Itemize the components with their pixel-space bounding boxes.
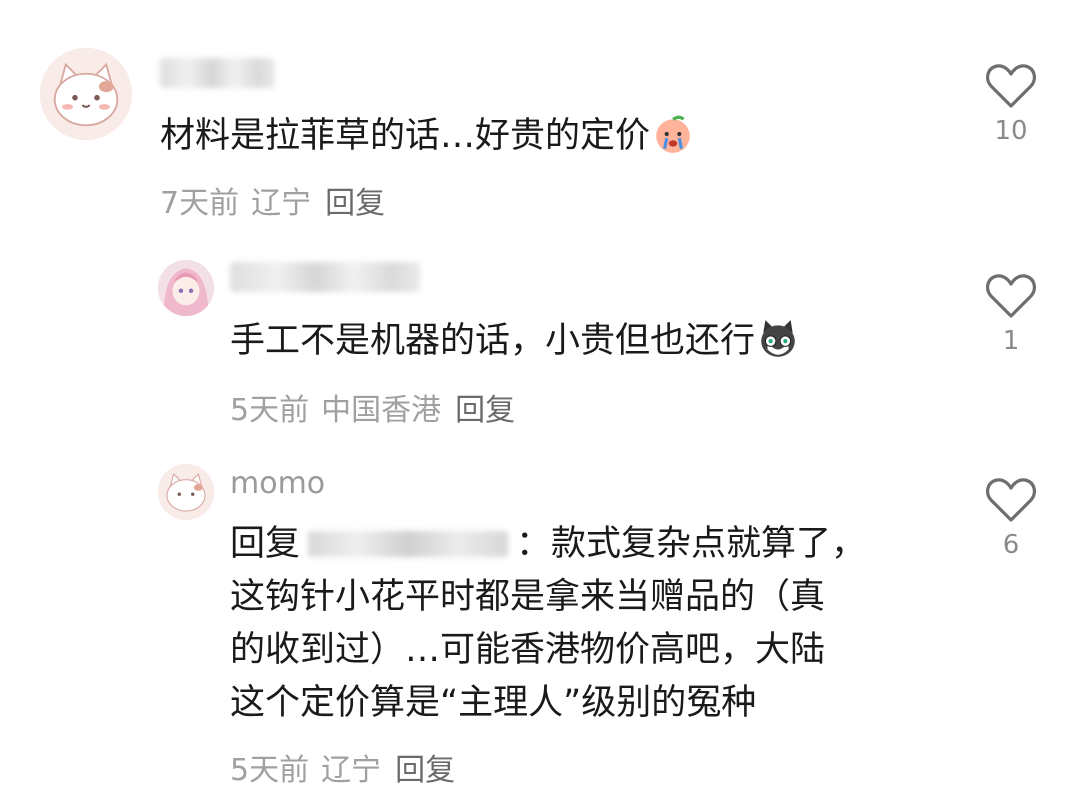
comment-text: 手工不是机器的话，小贵但也还行 [230,315,799,368]
comment-text-line: 材料是拉菲草的话…好贵的定价 [160,116,651,156]
comment-meta: 5天前 辽宁 回复 [230,745,455,789]
avatar[interactable] [40,48,132,140]
username[interactable] [160,58,275,88]
cat-face-emoji [761,320,795,357]
comment-meta: 7天前 辽宁 回复 [160,178,385,222]
like-count: 6 [1002,530,1020,560]
reply-button[interactable]: 回复 [325,186,385,221]
like-button[interactable]: 1 [981,272,1041,356]
avatar[interactable] [158,260,214,316]
comment-text-line: 这个定价算是“主理人”级别的冤种 [230,683,757,723]
like-button[interactable]: 6 [981,476,1041,560]
like-count: 1 [1002,326,1020,356]
cat-avatar-icon [40,48,132,140]
comment-time: 5天前 [230,393,310,428]
comment-text-line: 这钩针小花平时都是拿来当赠品的（真 [230,577,826,617]
like-count: 10 [994,116,1028,146]
comment-location: 辽宁 [251,186,312,221]
avatar[interactable] [158,464,214,520]
comment-time: 5天前 [230,753,310,788]
cat-avatar-icon [158,464,214,520]
reply-prefix: 回复 [230,524,301,564]
reply-button[interactable]: 回复 [455,393,515,428]
comment-text-line: 的收到过）…可能香港物价高吧，大陆 [230,630,826,670]
comment-time: 7天前 [160,186,240,221]
username[interactable]: momo [230,466,325,501]
username[interactable] [230,262,420,292]
reply-button[interactable]: 回复 [395,753,455,788]
crying-peach-emoji [656,115,690,153]
heart-icon [986,478,1036,522]
heart-icon [986,274,1036,318]
comment-location: 中国香港 [321,393,442,428]
anime-girl-avatar-icon [158,260,214,316]
comment-text: 回复 ：款式复杂点就算了， 这钩针小花平时都是拿来当赠品的（真 的收到过）…可能香… [230,518,866,730]
comment-meta: 5天前 中国香港 回复 [230,385,515,429]
comment-location: 辽宁 [321,753,382,788]
comment-text-line: 手工不是机器的话，小贵但也还行 [230,321,756,361]
like-button[interactable]: 10 [981,62,1041,146]
heart-icon [986,64,1036,108]
comment-text: 材料是拉菲草的话…好贵的定价 [160,110,694,163]
comment-text-line: ：款式复杂点就算了， [516,524,867,564]
mentioned-username[interactable] [308,531,509,557]
